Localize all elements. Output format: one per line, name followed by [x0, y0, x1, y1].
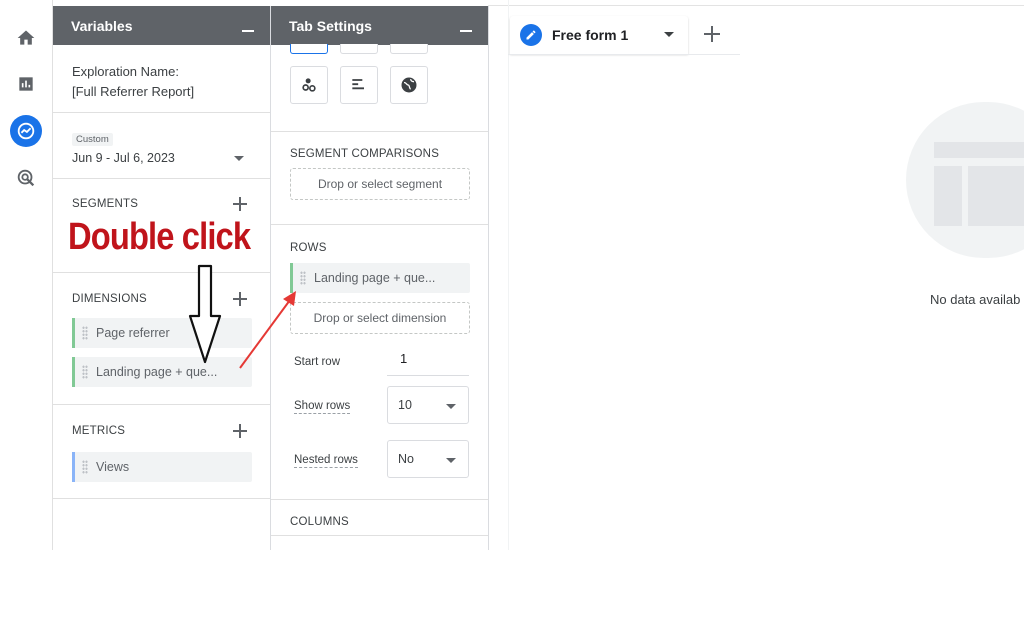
red-pointer-arrow-head	[283, 291, 296, 306]
down-arrow-annotation	[188, 264, 222, 364]
annotation-arrows	[188, 264, 296, 369]
red-pointer-arrow-line	[239, 299, 291, 369]
